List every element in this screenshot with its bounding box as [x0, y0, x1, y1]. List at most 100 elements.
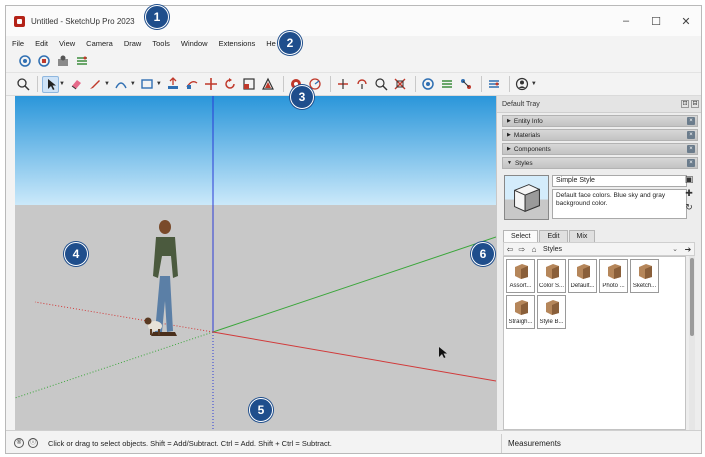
- drawing-viewport[interactable]: [15, 96, 496, 430]
- panel-components[interactable]: ▶ Components ×: [502, 143, 698, 155]
- follow-me-icon[interactable]: [184, 76, 201, 93]
- menu-file[interactable]: File: [12, 39, 24, 48]
- extension-manager-icon[interactable]: [486, 76, 503, 93]
- chevron-down-icon[interactable]: ▼: [156, 81, 162, 87]
- extension-icon[interactable]: [439, 76, 456, 93]
- tray-title-bar: Default Tray ⊡ ⊟: [497, 96, 701, 113]
- swatch-label: Photo ...: [602, 283, 625, 289]
- menu-extensions[interactable]: Extensions: [219, 39, 256, 48]
- style-swatch[interactable]: Default...: [568, 259, 597, 293]
- expand-arrow-icon: ▶: [507, 132, 511, 138]
- rotate-icon[interactable]: [222, 76, 239, 93]
- warehouse-icon[interactable]: [420, 76, 437, 93]
- window-controls: – ☐ ✕: [611, 6, 701, 36]
- pin-icon[interactable]: ⊡: [681, 100, 689, 108]
- tray-scrollbar[interactable]: [689, 256, 695, 430]
- style-name-field[interactable]: Simple Style: [552, 175, 687, 187]
- collection-dropdown[interactable]: Styles: [543, 246, 672, 253]
- scrollbar-thumb[interactable]: [690, 258, 694, 336]
- style-description-field[interactable]: Default face colors. Blue sky and gray b…: [552, 189, 687, 219]
- select-icon[interactable]: [42, 75, 59, 93]
- menu-camera[interactable]: Camera: [86, 39, 113, 48]
- style-swatch[interactable]: Style B...: [537, 295, 566, 329]
- layout-icon[interactable]: [73, 53, 90, 70]
- chevron-down-icon[interactable]: ▼: [104, 81, 110, 87]
- menu-edit[interactable]: Edit: [35, 39, 48, 48]
- measurements-box[interactable]: Measurements: [508, 439, 561, 448]
- collapse-icon[interactable]: ⊟: [691, 100, 699, 108]
- pan-icon[interactable]: [373, 76, 390, 93]
- menu-view[interactable]: View: [59, 39, 75, 48]
- close-icon[interactable]: ×: [687, 145, 695, 153]
- style-swatch[interactable]: Color S...: [537, 259, 566, 293]
- panel-label: Entity Info: [513, 117, 543, 125]
- geo-location-icon[interactable]: ®: [14, 438, 24, 448]
- menu-help[interactable]: He: [266, 39, 276, 48]
- minimize-button[interactable]: –: [611, 6, 641, 36]
- toolbar-separator: [508, 76, 510, 92]
- pencil-icon[interactable]: [87, 76, 104, 93]
- chevron-down-icon[interactable]: ▼: [130, 81, 136, 87]
- rectangle-icon[interactable]: [139, 76, 156, 93]
- callout-badge-5: 5: [249, 398, 273, 422]
- save-style-icon[interactable]: ▣: [684, 174, 694, 184]
- style-swatch[interactable]: Sketch...: [630, 259, 659, 293]
- close-icon[interactable]: ×: [687, 117, 695, 125]
- tab-mix[interactable]: Mix: [568, 230, 596, 242]
- update-style-icon[interactable]: ↻: [684, 202, 694, 212]
- back-icon[interactable]: ⇦: [504, 245, 516, 254]
- offset-icon[interactable]: [260, 76, 277, 93]
- close-icon[interactable]: ×: [687, 131, 695, 139]
- panel-materials[interactable]: ▶ Materials ×: [502, 129, 698, 141]
- toolbar-separator: [480, 76, 482, 92]
- callout-badge-4: 4: [64, 242, 88, 266]
- maximize-button[interactable]: ☐: [641, 6, 671, 36]
- folder-icon: [577, 264, 590, 279]
- menu-draw[interactable]: Draw: [124, 39, 142, 48]
- chevron-down-icon[interactable]: ▼: [531, 81, 537, 87]
- arc-icon[interactable]: [113, 76, 130, 93]
- close-icon[interactable]: ×: [687, 159, 695, 167]
- style-swatch[interactable]: Photo ...: [599, 259, 628, 293]
- layout-icon[interactable]: [458, 76, 475, 93]
- callout-badge-6: 6: [471, 242, 495, 266]
- close-button[interactable]: ✕: [671, 6, 701, 36]
- forward-icon[interactable]: ⇨: [516, 245, 528, 254]
- sky: [15, 96, 496, 205]
- swatch-label: Straigh...: [508, 319, 533, 325]
- toolbar-separator: [414, 76, 416, 92]
- home-icon[interactable]: ⌂: [528, 245, 540, 254]
- push-pull-icon[interactable]: [165, 76, 182, 93]
- expand-arrow-icon: ▶: [507, 146, 511, 152]
- panel-styles[interactable]: ▼ Styles ×: [502, 157, 698, 169]
- tab-select[interactable]: Select: [503, 230, 539, 242]
- tab-edit[interactable]: Edit: [539, 230, 568, 242]
- details-icon[interactable]: ➔: [682, 245, 694, 254]
- orbit-icon[interactable]: [354, 76, 371, 93]
- chevron-down-icon[interactable]: ⌄: [672, 245, 678, 253]
- scale-icon[interactable]: [241, 76, 258, 93]
- account-icon[interactable]: [514, 76, 531, 93]
- warehouse-icon[interactable]: [16, 53, 33, 70]
- extension-manager-icon[interactable]: [54, 53, 71, 70]
- style-thumbnail[interactable]: [504, 175, 549, 220]
- move-icon[interactable]: [203, 76, 220, 93]
- style-swatch[interactable]: Assort...: [506, 259, 535, 293]
- chevron-down-icon[interactable]: ▼: [59, 81, 65, 87]
- folder-icon: [546, 264, 559, 279]
- style-swatch[interactable]: Straigh...: [506, 295, 535, 329]
- info-icon[interactable]: ⓘ: [28, 438, 38, 448]
- tray-title-buttons: ⊡ ⊟: [679, 100, 699, 108]
- create-style-icon[interactable]: ✚: [684, 188, 694, 198]
- folder-icon: [608, 264, 621, 279]
- section-plane-icon[interactable]: [335, 76, 352, 93]
- menu-tools[interactable]: Tools: [152, 39, 170, 48]
- panel-entity-info[interactable]: ▶ Entity Info ×: [502, 115, 698, 127]
- extension-warehouse-icon[interactable]: [35, 53, 52, 70]
- styles-grid: Assort... Color S... Default... Photo ..…: [503, 256, 686, 430]
- menu-window[interactable]: Window: [181, 39, 208, 48]
- zoom-extents-icon[interactable]: [392, 76, 409, 93]
- title-bar: Untitled - SketchUp Pro 2023 – ☐ ✕: [6, 6, 701, 36]
- eraser-icon[interactable]: [68, 76, 85, 93]
- zoom-icon[interactable]: [14, 76, 31, 93]
